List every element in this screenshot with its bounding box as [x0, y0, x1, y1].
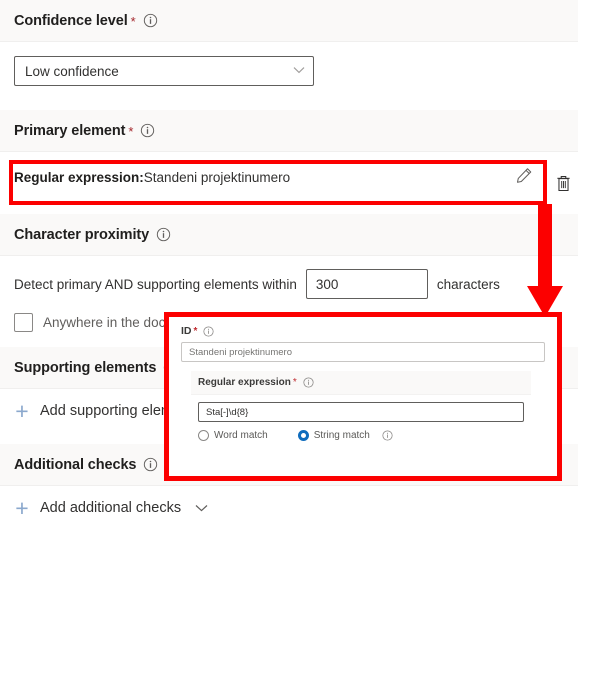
confidence-level-value: Low confidence: [25, 63, 119, 79]
radio-unselected-icon: [198, 430, 209, 441]
radio-word-match-label: Word match: [214, 430, 268, 441]
primary-element-title: Primary element: [14, 122, 126, 139]
required-asterisk: *: [130, 14, 136, 29]
add-additional-checks-button[interactable]: + Add additional checks: [14, 495, 564, 521]
primary-element-row-actions: [514, 165, 534, 185]
radio-word-match[interactable]: Word match: [198, 430, 268, 441]
primary-element-row-label: Regular expression:: [14, 169, 144, 185]
info-icon[interactable]: [140, 123, 155, 138]
regex-subsection-title: Regular expression: [198, 377, 291, 388]
primary-element-body: Regular expression: Standeni projektinum…: [0, 152, 578, 202]
primary-element-header: Primary element *: [0, 110, 578, 152]
confidence-level-body: Low confidence: [0, 42, 578, 98]
detect-proximity-prefix-label: Detect primary AND supporting elements w…: [14, 276, 297, 292]
plus-icon: +: [15, 397, 29, 424]
detect-proximity-row: Detect primary AND supporting elements w…: [14, 269, 564, 299]
pencil-icon[interactable]: [514, 165, 534, 185]
radio-string-match-label: String match: [313, 430, 370, 441]
radio-string-match[interactable]: String match: [297, 430, 370, 441]
info-icon[interactable]: [156, 227, 171, 242]
radio-selected-icon: [297, 430, 309, 441]
additional-checks-body: + Add additional checks: [0, 486, 578, 529]
required-asterisk: *: [193, 325, 198, 337]
id-field-label-row: ID *: [181, 325, 545, 337]
proximity-characters-input[interactable]: 300: [305, 269, 428, 299]
required-asterisk: *: [128, 124, 134, 139]
info-icon[interactable]: [143, 13, 158, 28]
spacer: [0, 202, 578, 214]
regex-editor-panel-inner: ID * Standeni projektinumero Regular exp…: [169, 317, 557, 476]
info-icon[interactable]: [382, 430, 393, 441]
character-proximity-title: Character proximity: [14, 226, 150, 243]
supporting-elements-title: Supporting elements: [14, 359, 157, 376]
primary-element-row: Regular expression: Standeni projektinum…: [14, 165, 534, 189]
regex-pattern-input[interactable]: Sta[-]\d{8}: [198, 402, 524, 422]
id-field-input[interactable]: Standeni projektinumero: [181, 342, 545, 362]
info-icon[interactable]: [303, 377, 314, 388]
match-mode-radio-group: Word match String match: [198, 430, 524, 441]
section-primary-element: Primary element * Regular expression: St…: [0, 110, 578, 202]
additional-checks-title: Additional checks: [14, 456, 137, 473]
character-proximity-header: Character proximity: [0, 214, 578, 256]
regex-subsection-body: Sta[-]\d{8} Word match String match: [191, 395, 531, 447]
section-confidence-level: Confidence level * Low confidence: [0, 0, 578, 98]
confidence-level-title: Confidence level: [14, 12, 128, 29]
info-icon[interactable]: [203, 325, 214, 337]
confidence-level-header: Confidence level *: [0, 0, 578, 42]
spacer: [0, 98, 578, 110]
add-additional-checks-label: Add additional checks: [40, 500, 182, 516]
trash-icon[interactable]: [553, 172, 573, 194]
plus-icon: +: [15, 494, 29, 521]
checkbox-unchecked-icon[interactable]: [14, 313, 33, 332]
regex-editor-panel: ID * Standeni projektinumero Regular exp…: [164, 312, 562, 481]
info-icon[interactable]: [143, 457, 158, 472]
regex-subsection-header: Regular expression *: [191, 371, 531, 395]
id-field-label: ID: [181, 325, 192, 337]
required-asterisk: *: [292, 377, 297, 388]
chevron-down-icon: [293, 66, 305, 77]
chevron-down-icon[interactable]: [195, 501, 208, 515]
regex-subsection: Regular expression * Sta[-]\d{8} Word ma…: [191, 371, 531, 447]
detect-proximity-suffix-label: characters: [436, 276, 500, 292]
confidence-level-dropdown[interactable]: Low confidence: [14, 56, 314, 86]
primary-element-row-value: Standeni projektinumero: [143, 169, 291, 185]
